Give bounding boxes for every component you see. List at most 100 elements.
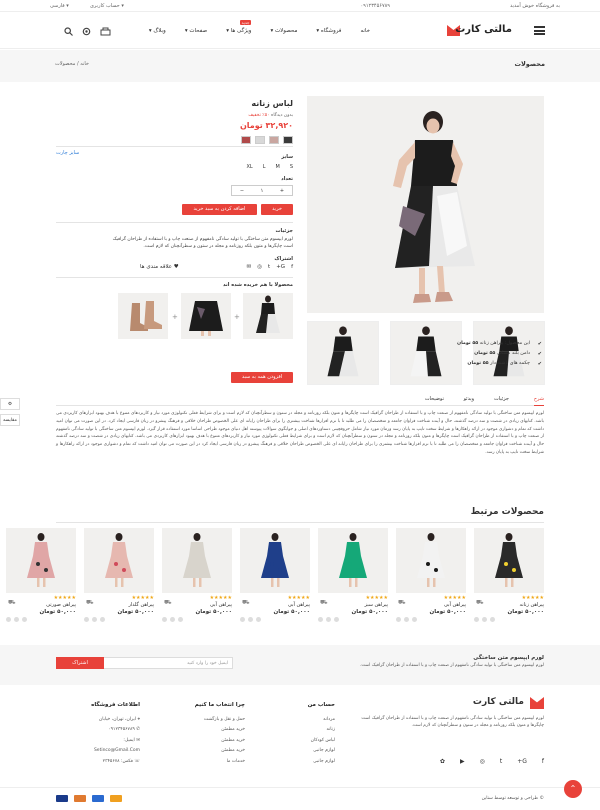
size-option[interactable]: M <box>275 164 279 170</box>
menu-icon[interactable] <box>534 26 545 35</box>
footer-link[interactable]: لوازم جانبی <box>308 746 335 757</box>
add-to-cart-icon[interactable]: ⛟ <box>398 599 406 607</box>
check-icon[interactable]: ✔ <box>538 351 542 357</box>
cart-icon[interactable] <box>100 27 111 38</box>
footer-link[interactable]: مردانه <box>308 715 335 726</box>
color-dot[interactable] <box>92 617 97 622</box>
size-chart-link[interactable]: سایز چارت <box>56 150 79 156</box>
increment-button[interactable]: + <box>272 186 292 195</box>
product-thumbnail-3[interactable] <box>307 321 379 385</box>
quantity-value[interactable]: ۱ <box>252 186 272 195</box>
color-swatch[interactable] <box>269 136 279 144</box>
color-dot[interactable] <box>240 617 245 622</box>
color-swatch[interactable] <box>283 136 293 144</box>
color-dot[interactable] <box>162 617 167 622</box>
buy-now-button[interactable]: خرید <box>261 204 293 215</box>
product-image[interactable] <box>6 528 76 593</box>
color-dot[interactable] <box>84 617 89 622</box>
twitter-icon[interactable]: t <box>500 758 502 765</box>
color-swatch[interactable] <box>241 136 251 144</box>
product-name[interactable]: پیراهن گلدار <box>84 602 154 608</box>
product-name[interactable]: پیراهن آبی <box>396 602 466 608</box>
instagram-icon[interactable]: ◎ <box>257 264 262 270</box>
product-name[interactable]: پیراهن سبز <box>318 602 388 608</box>
bundle-item-dress[interactable] <box>243 293 293 339</box>
product-thumbnail-2[interactable] <box>390 321 462 385</box>
related-product-card[interactable]: ★★★★★ پیراهن سبز ۵۰,۰۰۰ تومان ⛟ <box>318 528 388 628</box>
related-product-card[interactable]: ★★★★★ پیراهن صورتی ۵۰,۰۰۰ تومان ⛟ <box>6 528 76 628</box>
color-dot[interactable] <box>396 617 401 622</box>
size-option[interactable]: L <box>263 164 266 170</box>
add-to-cart-button[interactable]: اضافه کردن به سبد خرید <box>182 204 257 215</box>
nav-products[interactable]: محصولات ▾ <box>270 28 297 34</box>
tab-video[interactable]: ویدئو <box>464 396 474 402</box>
color-dot[interactable] <box>256 617 261 622</box>
email-value[interactable]: Setinco@Gmail.Com <box>91 746 140 757</box>
color-dot[interactable] <box>22 617 27 622</box>
size-option[interactable]: S <box>290 164 293 170</box>
bundle-item-boots[interactable] <box>118 293 168 339</box>
footer-link[interactable]: خدمات ما <box>195 757 245 768</box>
search-icon[interactable] <box>64 27 73 38</box>
product-image[interactable] <box>240 528 310 593</box>
google-plus-icon[interactable]: G+ <box>276 264 285 270</box>
product-name[interactable]: پیراهن آبی <box>240 602 310 608</box>
color-dot[interactable] <box>100 617 105 622</box>
add-to-cart-icon[interactable]: ⛟ <box>242 599 250 607</box>
compare-side-button[interactable]: مقایسه <box>0 414 20 426</box>
product-image[interactable] <box>318 528 388 593</box>
add-to-cart-icon[interactable]: ⛟ <box>476 599 484 607</box>
related-product-card[interactable]: ★★★★★ پیراهن زنانه ۵۰,۰۰۰ تومان ⛟ <box>474 528 544 628</box>
instagram-icon[interactable]: ◎ <box>480 758 485 765</box>
footer-link[interactable]: خرید مطمئن <box>195 736 245 747</box>
settings-side-button[interactable]: ⚙ <box>0 398 20 410</box>
scroll-to-top-button[interactable]: ⌃ <box>564 780 582 798</box>
footer-link[interactable]: خرید مطمئن <box>195 725 245 736</box>
color-dot[interactable] <box>326 617 331 622</box>
footer-link[interactable]: لباس کودکان <box>308 736 335 747</box>
product-image[interactable] <box>396 528 466 593</box>
facebook-icon[interactable]: f <box>542 758 544 765</box>
nav-pages[interactable]: صفحات ▾ <box>185 28 207 34</box>
color-dot[interactable] <box>248 617 253 622</box>
color-swatch[interactable] <box>255 136 265 144</box>
size-option[interactable]: XL <box>246 164 252 170</box>
related-product-card[interactable]: ★★★★★ پیراهن گلدار ۵۰,۰۰۰ تومان ⛟ <box>84 528 154 628</box>
gear-icon[interactable] <box>82 27 91 38</box>
add-to-cart-icon[interactable]: ⛟ <box>86 599 94 607</box>
footer-link[interactable]: حمل و نقل و بازگشت <box>195 715 245 726</box>
tab-notes[interactable]: توضیحات <box>425 396 444 402</box>
site-logo[interactable]: مالتی کارت <box>455 24 512 35</box>
language-selector[interactable]: ▾ فارسی <box>50 3 69 9</box>
google-plus-icon[interactable]: G+ <box>517 758 527 765</box>
related-product-card[interactable]: ★★★★★ پیراهن آبی ۵۰,۰۰۰ تومان ⛟ <box>240 528 310 628</box>
footer-logo[interactable]: مالتی کارت <box>473 697 524 707</box>
color-dot[interactable] <box>412 617 417 622</box>
color-dot[interactable] <box>474 617 479 622</box>
product-image[interactable] <box>162 528 232 593</box>
nav-blog[interactable]: وبلاگ ▾ <box>149 28 166 34</box>
color-dot[interactable] <box>6 617 11 622</box>
subscribe-button[interactable]: اشتراک <box>56 657 104 669</box>
product-image[interactable] <box>474 528 544 593</box>
product-name[interactable]: پیراهن صورتی <box>6 602 76 608</box>
color-dot[interactable] <box>404 617 409 622</box>
product-image[interactable] <box>84 528 154 593</box>
facebook-icon[interactable]: f <box>291 264 293 270</box>
related-product-card[interactable]: ★★★★★ پیراهن آبی ۵۰,۰۰۰ تومان ⛟ <box>162 528 232 628</box>
color-dot[interactable] <box>490 617 495 622</box>
nav-features[interactable]: جدید ویژگی ها ▾ <box>226 20 252 34</box>
nav-home[interactable]: خانه <box>360 28 370 34</box>
breadcrumb-home[interactable]: خانه <box>80 61 89 67</box>
wishlist-link[interactable]: ♥ علاقه مندی ها <box>140 264 179 270</box>
nav-shop[interactable]: فروشگاه ▾ <box>316 28 341 34</box>
color-dot[interactable] <box>14 617 19 622</box>
twitter-icon[interactable]: t <box>268 264 270 270</box>
add-to-cart-icon[interactable]: ⛟ <box>8 599 16 607</box>
color-dot[interactable] <box>334 617 339 622</box>
check-icon[interactable]: ✔ <box>538 361 542 367</box>
decrement-button[interactable]: − <box>232 186 252 195</box>
bundle-item-skirt[interactable] <box>181 293 231 339</box>
email-icon[interactable]: ✉ <box>247 264 252 270</box>
add-all-to-cart-button[interactable]: افزودن همه به سبد <box>231 372 293 383</box>
